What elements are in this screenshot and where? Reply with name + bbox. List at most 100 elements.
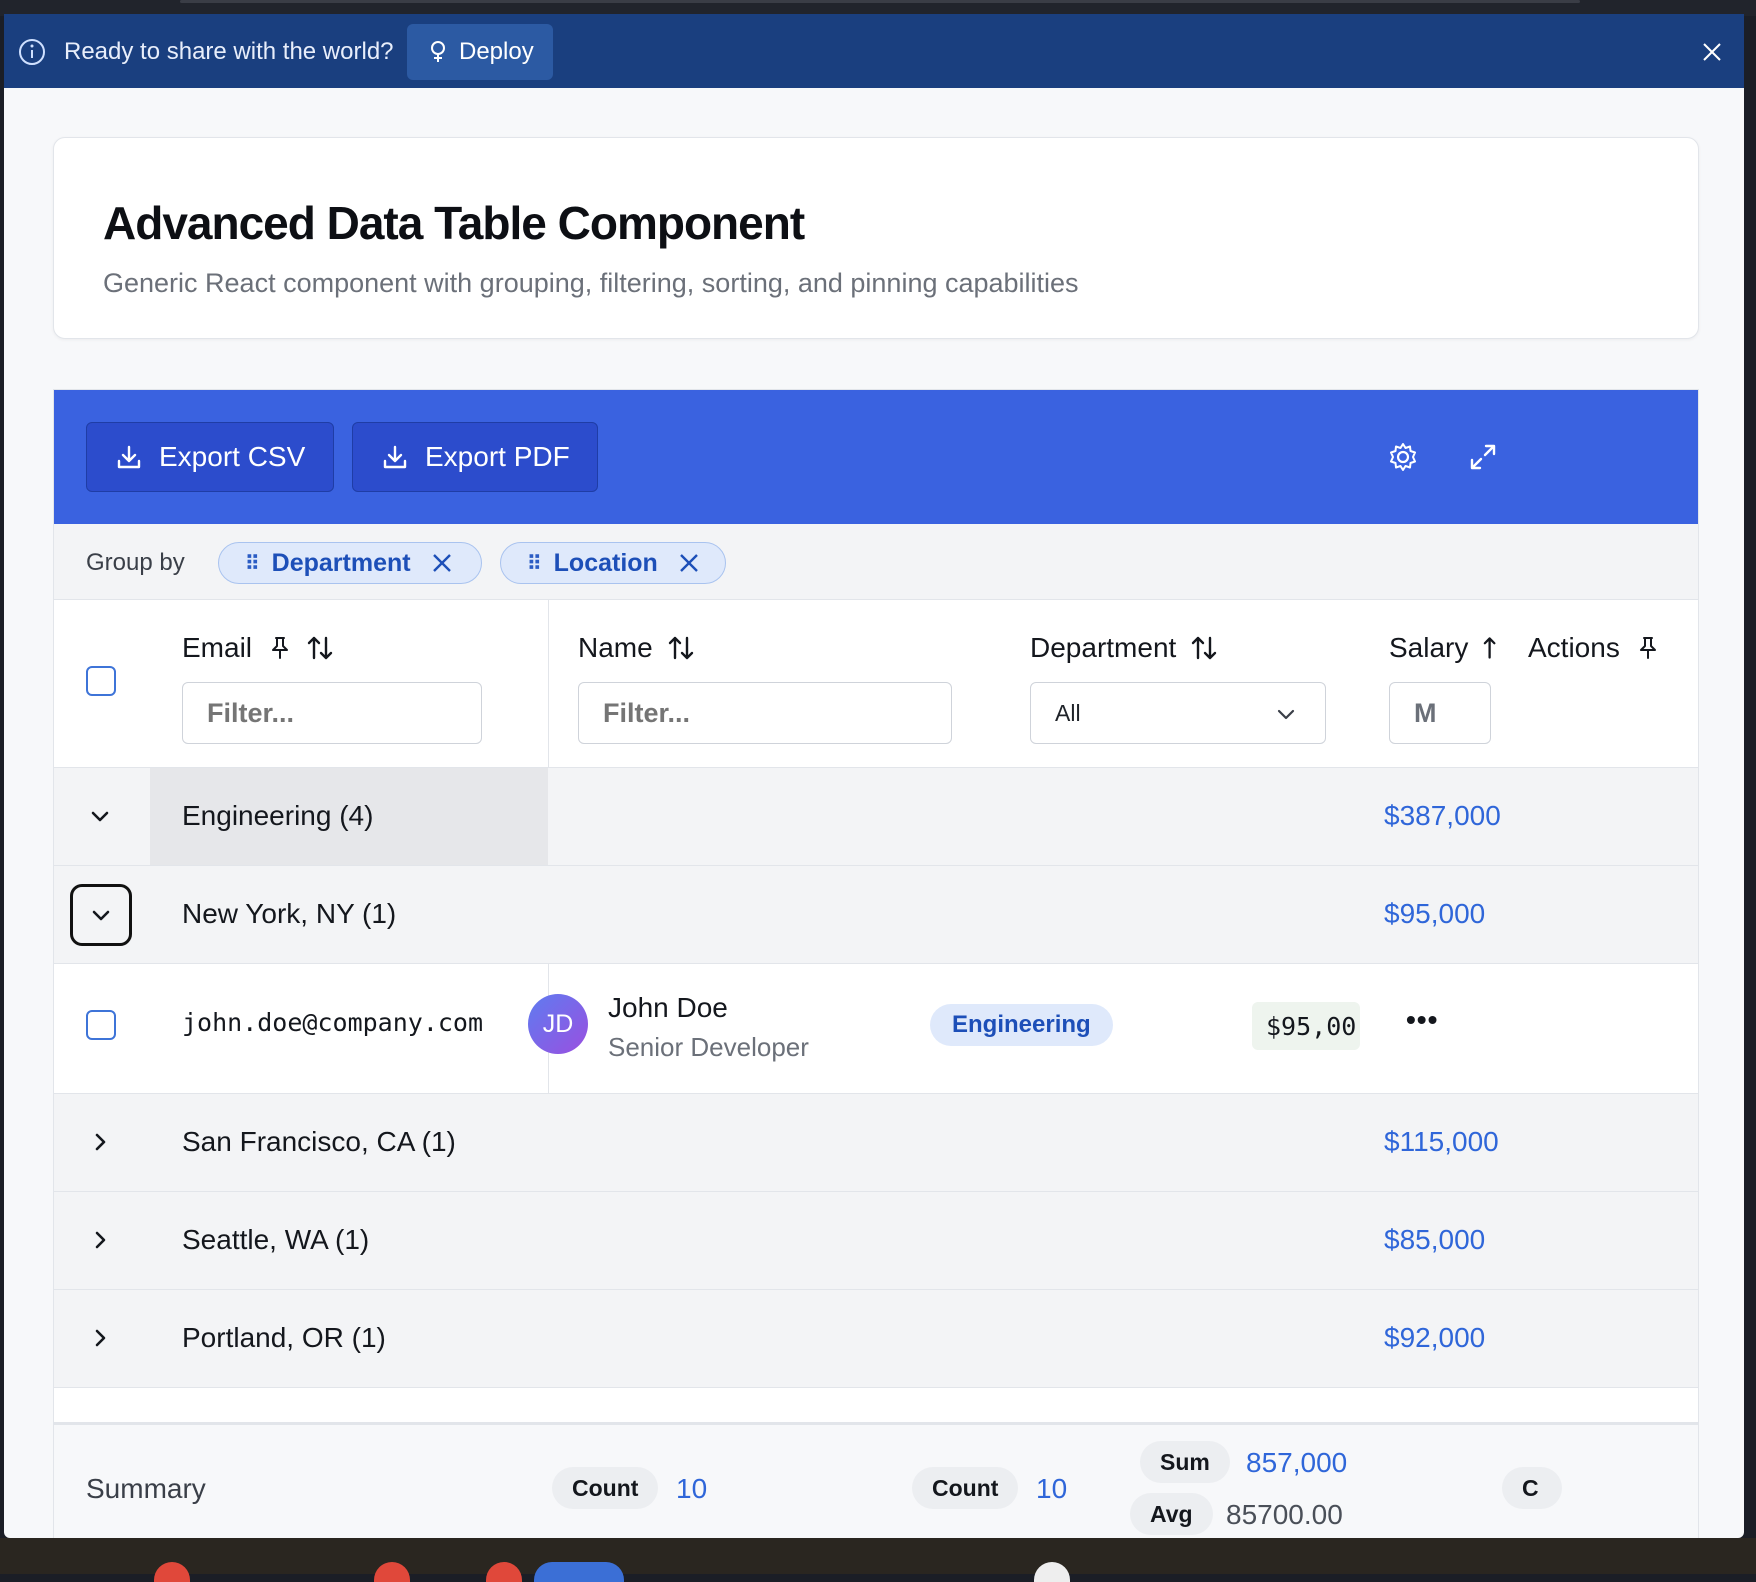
chevron-down-icon bbox=[92, 910, 110, 921]
expand-toggle[interactable] bbox=[72, 1114, 128, 1170]
info-icon bbox=[19, 39, 45, 65]
export-pdf-label: Export PDF bbox=[425, 441, 570, 472]
drag-handle-icon[interactable]: ⠿ bbox=[527, 551, 542, 576]
deploy-button[interactable]: Deploy bbox=[407, 24, 553, 80]
salary-avg-value: 85700.00 bbox=[1226, 1499, 1343, 1530]
pin-icon[interactable] bbox=[268, 635, 292, 661]
email-filter-input[interactable] bbox=[182, 682, 482, 744]
remove-icon[interactable] bbox=[431, 552, 453, 574]
department-badge: Engineering bbox=[930, 1004, 1113, 1046]
chevron-right-icon bbox=[95, 1231, 106, 1249]
expand-toggle[interactable] bbox=[70, 884, 132, 946]
remove-icon[interactable] bbox=[678, 552, 700, 574]
deploy-icon bbox=[431, 41, 445, 62]
column-label: Email bbox=[182, 632, 253, 663]
banner-message: Ready to share with the world? bbox=[64, 38, 394, 65]
deploy-label: Deploy bbox=[459, 38, 534, 65]
group-chip-location[interactable]: ⠿ Location bbox=[500, 542, 726, 584]
column-label: Department bbox=[1030, 632, 1177, 663]
group-by-bar: Group by ⠿ Department ⠿ Location bbox=[54, 524, 1698, 600]
group-by-label: Group by bbox=[86, 549, 185, 576]
group-label: Engineering (4) bbox=[182, 800, 374, 831]
group-chip-label: Location bbox=[553, 548, 658, 577]
person-name: John Doe bbox=[608, 992, 728, 1023]
group-row-engineering[interactable]: Engineering (4) $387,000 bbox=[54, 768, 1698, 866]
header-card: Advanced Data Table Component Generic Re… bbox=[53, 137, 1699, 339]
group-salary-total: $85,000 bbox=[1384, 1224, 1486, 1255]
department-count-value: 10 bbox=[1036, 1473, 1068, 1504]
group-row-seattle[interactable]: Seattle, WA (1) $85,000 bbox=[54, 1192, 1698, 1290]
salary-sum-value: 857,000 bbox=[1246, 1447, 1348, 1478]
table-header: Email Name Departme bbox=[54, 600, 1698, 768]
sort-icon[interactable] bbox=[1190, 634, 1218, 662]
group-label: San Francisco, CA (1) bbox=[182, 1126, 456, 1157]
avatar-initials: JD bbox=[542, 1009, 574, 1038]
close-icon[interactable] bbox=[1700, 40, 1724, 64]
column-header-salary[interactable]: Salary bbox=[1389, 632, 1509, 664]
deploy-banner: Ready to share with the world? Deploy bbox=[4, 14, 1744, 88]
gear-icon[interactable] bbox=[1386, 440, 1420, 474]
pill-label: Count bbox=[572, 1474, 639, 1501]
group-salary-total: $95,000 bbox=[1384, 898, 1486, 929]
pill-label: Avg bbox=[1150, 1500, 1193, 1527]
dock-app-icon[interactable] bbox=[534, 1562, 624, 1582]
download-icon bbox=[117, 445, 141, 469]
column-header-email[interactable]: Email bbox=[182, 632, 334, 664]
expand-toggle[interactable] bbox=[72, 1310, 128, 1366]
group-salary-total: $92,000 bbox=[1384, 1322, 1486, 1353]
sort-icon[interactable] bbox=[667, 634, 695, 662]
summary-row: Summary Count 10 Count 10 Sum 857,000 Av… bbox=[54, 1422, 1698, 1538]
column-header-department[interactable]: Department bbox=[1030, 632, 1218, 664]
chevron-down-icon bbox=[91, 811, 109, 822]
department-filter-select[interactable]: All bbox=[1030, 682, 1326, 744]
column-header-actions: Actions bbox=[1528, 632, 1660, 664]
table-toolbar: Export CSV Export PDF bbox=[54, 390, 1698, 524]
export-pdf-button[interactable]: Export PDF bbox=[352, 422, 598, 492]
drag-handle-icon[interactable]: ⠿ bbox=[245, 551, 260, 576]
column-label: Salary bbox=[1389, 632, 1469, 663]
email-cell: john.doe@company.com bbox=[182, 1008, 484, 1037]
export-csv-label: Export CSV bbox=[159, 441, 306, 472]
salary-cell: $95,00 bbox=[1252, 1002, 1360, 1050]
group-row-san-francisco[interactable]: San Francisco, CA (1) $115,000 bbox=[54, 1094, 1698, 1192]
pill-label: Sum bbox=[1160, 1448, 1210, 1475]
desktop-dock-strip bbox=[0, 1538, 1756, 1574]
sort-icon[interactable] bbox=[306, 634, 334, 662]
more-actions-icon[interactable]: ••• bbox=[1406, 1004, 1438, 1036]
column-header-name[interactable]: Name bbox=[578, 632, 695, 664]
table-row[interactable]: john.doe@company.com JD John Doe Senior … bbox=[54, 964, 1698, 1094]
person-role: Senior Developer bbox=[608, 1032, 809, 1062]
select-value: All bbox=[1055, 699, 1081, 726]
count-pill: Count bbox=[912, 1467, 1019, 1509]
avg-pill: Avg bbox=[1130, 1493, 1213, 1535]
summary-label: Summary bbox=[86, 1473, 206, 1504]
data-table: Export CSV Export PDF Group by ⠿ Departm… bbox=[53, 389, 1699, 1538]
filter-value: M bbox=[1414, 697, 1437, 728]
salary-filter-input[interactable]: M bbox=[1389, 682, 1491, 744]
name-filter-input[interactable] bbox=[578, 682, 952, 744]
select-all-checkbox[interactable] bbox=[86, 666, 116, 696]
group-salary-total: $387,000 bbox=[1384, 800, 1501, 831]
expand-icon[interactable] bbox=[1466, 440, 1500, 474]
salary-value: $95,00 bbox=[1266, 1011, 1357, 1041]
badge-label: Engineering bbox=[952, 1011, 1091, 1038]
column-label: Actions bbox=[1528, 632, 1620, 663]
sort-icon[interactable] bbox=[1482, 634, 1509, 662]
sum-pill: Sum bbox=[1140, 1441, 1230, 1483]
chevron-down-icon bbox=[1277, 709, 1295, 720]
app-window: Ready to share with the world? Deploy Ad… bbox=[4, 14, 1744, 1538]
group-chip-department[interactable]: ⠿ Department bbox=[218, 542, 482, 584]
group-row-new-york[interactable]: New York, NY (1) $95,000 bbox=[54, 866, 1698, 964]
export-csv-button[interactable]: Export CSV bbox=[86, 422, 334, 492]
avatar: JD bbox=[528, 994, 588, 1054]
screen: Ready to share with the world? Deploy Ad… bbox=[0, 0, 1756, 1582]
count-pill: Count bbox=[552, 1467, 659, 1509]
expand-toggle[interactable] bbox=[72, 1212, 128, 1268]
row-checkbox[interactable] bbox=[86, 1010, 116, 1040]
pill-label: C bbox=[1522, 1474, 1539, 1501]
pin-icon[interactable] bbox=[1636, 635, 1660, 661]
actions-summary-pill: C bbox=[1502, 1467, 1562, 1509]
group-row-portland[interactable]: Portland, OR (1) $92,000 bbox=[54, 1290, 1698, 1388]
expand-toggle[interactable] bbox=[72, 788, 128, 844]
page-title: Advanced Data Table Component bbox=[103, 197, 805, 249]
